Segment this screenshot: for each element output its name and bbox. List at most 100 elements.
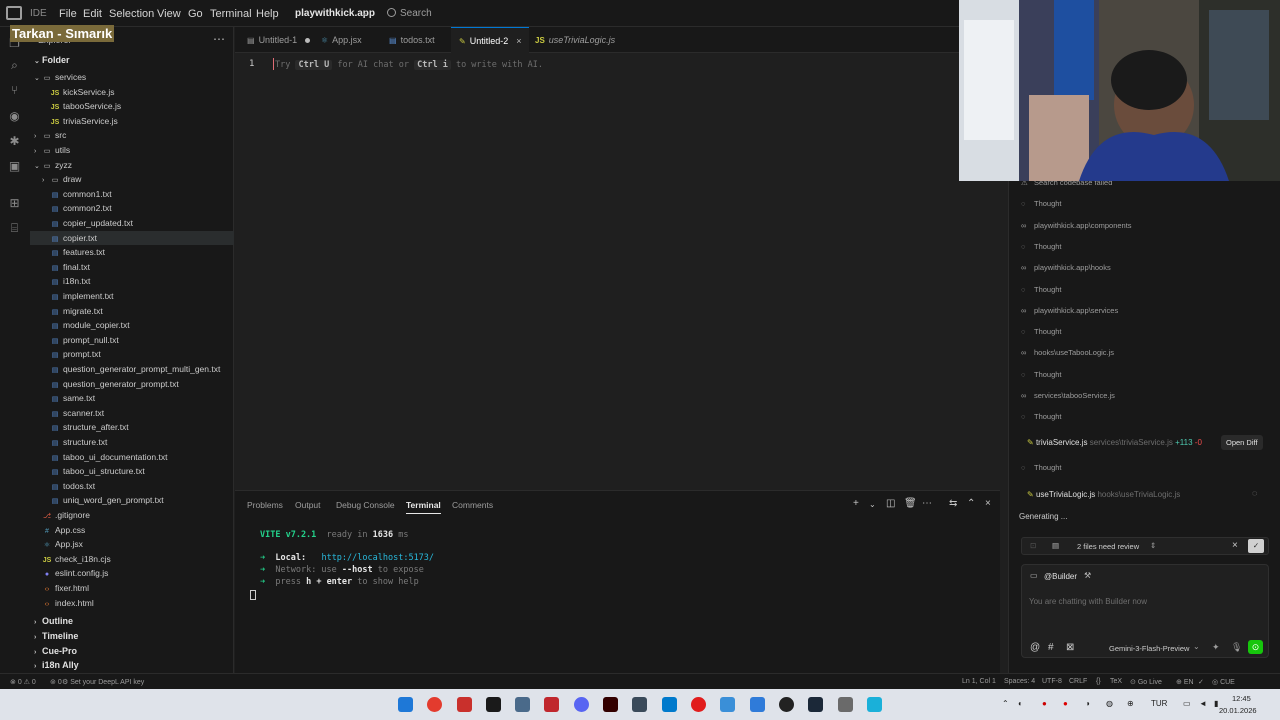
more-actions-icon[interactable]: ⋯ xyxy=(213,32,225,46)
tree-file[interactable]: ▤ features.txt xyxy=(30,245,234,259)
tree-file[interactable]: ▤ common1.txt xyxy=(30,187,234,201)
tray-app-icon[interactable]: ● xyxy=(1063,699,1068,708)
tab-terminal[interactable]: Terminal xyxy=(406,500,441,514)
extensions-icon[interactable]: ⊞ xyxy=(8,197,21,210)
tree-file[interactable]: ▤ prompt_null.txt xyxy=(30,333,234,347)
tray-app-icon[interactable]: ◐ xyxy=(1018,699,1023,708)
tree-file[interactable]: ▤ i18n.txt xyxy=(30,274,234,288)
app-icon[interactable] xyxy=(515,697,530,712)
tree-file[interactable]: ▤ question_generator_prompt_multi_gen.txt xyxy=(30,362,234,376)
menu-edit[interactable]: Edit xyxy=(83,8,102,20)
network-icon[interactable]: ▭ xyxy=(1183,699,1191,708)
remote-icon[interactable]: ▣ xyxy=(8,160,21,173)
menu-file[interactable]: File xyxy=(59,8,77,20)
tree-file[interactable]: ▤ common2.txt xyxy=(30,201,234,215)
steam-icon[interactable] xyxy=(808,697,823,712)
clock-time[interactable]: 12:45 xyxy=(1232,694,1251,703)
chat-thought[interactable]: ◌ Thought xyxy=(1021,412,1062,421)
menu-selection[interactable]: Selection xyxy=(109,8,154,20)
close-icon[interactable]: × xyxy=(516,36,521,46)
section-cue-pro[interactable]: › Cue-Pro xyxy=(30,644,234,658)
reject-icon[interactable]: × xyxy=(1232,540,1238,551)
tree-folder[interactable]: ⌄ ▭ services xyxy=(30,70,234,84)
tree-file[interactable]: ‹› index.html xyxy=(30,596,234,610)
tray-chevron-icon[interactable]: ⌃ xyxy=(1002,699,1009,708)
accept-icon[interactable]: ✓ xyxy=(1248,539,1264,553)
ports-icon[interactable]: ⊚ 0 xyxy=(50,678,62,686)
obs-icon[interactable] xyxy=(779,697,794,712)
section-timeline[interactable]: › Timeline xyxy=(30,629,234,643)
errors-indicator[interactable]: ⊗ 0 ⚠ 0 xyxy=(10,678,36,686)
tree-file[interactable]: ▤ implement.txt xyxy=(30,289,234,303)
tree-file[interactable]: ● eslint.config.js xyxy=(30,566,234,580)
chat-thought[interactable]: ◌ Thought xyxy=(1021,242,1062,251)
notepad-icon[interactable] xyxy=(867,697,882,712)
folder-root[interactable]: ⌄ Folder xyxy=(34,53,238,67)
section-i18n-ally[interactable]: › i18n Ally xyxy=(30,658,234,672)
clock-date[interactable]: 20.01.2026 xyxy=(1219,706,1257,715)
tab-debug-console[interactable]: Debug Console xyxy=(336,500,395,510)
tab-use-trivia-logic[interactable]: JS useTriviaLogic.js xyxy=(527,27,619,53)
tab-problems[interactable]: Problems xyxy=(247,500,283,510)
new-terminal-icon[interactable]: + xyxy=(853,498,859,509)
illustrator-icon[interactable] xyxy=(603,697,618,712)
open-diff-button[interactable]: Open Diff xyxy=(1221,435,1263,450)
section-outline[interactable]: › Outline xyxy=(30,614,234,628)
tree-file[interactable]: ▤ module_copier.txt xyxy=(30,318,234,332)
tray-app-icon[interactable]: ● xyxy=(1042,699,1047,708)
indent-spaces[interactable]: Spaces: 4 xyxy=(1004,678,1035,685)
tree-folder[interactable]: › ▭ utils xyxy=(30,143,234,157)
chat-thought[interactable]: ◌ Thought xyxy=(1021,370,1062,379)
menu-terminal[interactable]: Terminal xyxy=(210,8,252,20)
layout-icon[interactable]: ⇆ xyxy=(949,498,957,509)
tree-folder[interactable]: › ▭ draw xyxy=(30,172,234,186)
app-icon[interactable] xyxy=(632,697,647,712)
eye-icon[interactable]: ◉ xyxy=(8,110,21,123)
at-mention-icon[interactable]: @ xyxy=(1030,642,1040,653)
tree-file[interactable]: ▤ scanner.txt xyxy=(30,406,234,420)
tab-todos-txt[interactable]: ▤ todos.txt xyxy=(381,27,449,53)
go-live[interactable]: ⊙ Go Live xyxy=(1130,678,1162,686)
tree-file[interactable]: JS tabooService.js xyxy=(30,99,234,113)
tree-folder[interactable]: › ▭ src xyxy=(30,128,234,142)
stop-icon[interactable]: ⊡ xyxy=(1030,541,1036,550)
tree-folder[interactable]: ⌄ ▭ zyzz xyxy=(30,158,234,172)
tray-app-icon[interactable]: ◍ xyxy=(1106,699,1113,708)
split-terminal-icon[interactable]: ◫ xyxy=(886,498,895,509)
menu-go[interactable]: Go xyxy=(188,8,203,20)
chat-thought[interactable]: ◌ Thought xyxy=(1021,199,1062,208)
chevron-down-icon[interactable]: ⌄ xyxy=(1193,642,1200,651)
menu-help[interactable]: Help xyxy=(256,8,279,20)
vivaldi-icon[interactable] xyxy=(457,697,472,712)
expand-icon[interactable]: ⇕ xyxy=(1150,541,1156,550)
close-icon[interactable]: × xyxy=(985,498,991,509)
edited-file-use-trivia-logic[interactable]: ✎ useTriviaLogic.js hooks\useTriviaLogic… xyxy=(1027,490,1180,499)
tab-untitled-1[interactable]: ▤ Untitled-1 xyxy=(239,27,311,53)
cursor-position[interactable]: Ln 1, Col 1 xyxy=(962,678,996,685)
search-box[interactable]: Search xyxy=(400,8,432,19)
encoding[interactable]: UTF-8 xyxy=(1042,678,1062,685)
chat-input[interactable]: You are chatting with Builder now xyxy=(1029,597,1147,606)
keyboard-language[interactable]: TUR xyxy=(1151,699,1167,708)
tab-untitled-2[interactable]: ✎ Untitled-2 × xyxy=(451,27,529,53)
terminal-app-icon[interactable] xyxy=(486,697,501,712)
trash-icon[interactable]: 🗑 xyxy=(904,498,917,509)
tree-file[interactable]: ▤ structure_after.txt xyxy=(30,420,234,434)
menu-view[interactable]: View xyxy=(157,8,181,20)
chevron-down-icon[interactable]: ⌄ xyxy=(869,500,876,509)
tree-file[interactable]: JS triviaService.js xyxy=(30,114,234,128)
hash-icon[interactable]: # xyxy=(1048,642,1054,653)
tree-file[interactable]: ▤ migrate.txt xyxy=(30,304,234,318)
chat-thought[interactable]: ◌ Thought xyxy=(1021,327,1062,336)
tab-output[interactable]: Output xyxy=(295,500,321,510)
source-control-icon[interactable]: ⑂ xyxy=(8,84,21,97)
language-mode[interactable]: TeX xyxy=(1110,678,1122,685)
translate-icon[interactable]: ⌸ xyxy=(8,222,21,235)
tab-app-jsx[interactable]: ⚛ App.jsx xyxy=(313,27,379,53)
chat-thought[interactable]: ◌ Thought xyxy=(1021,285,1062,294)
tree-file[interactable]: ▤ question_generator_prompt.txt xyxy=(30,377,234,391)
mic-icon[interactable]: 🎙 xyxy=(1231,642,1242,653)
tree-file[interactable]: ▤ copier.txt xyxy=(30,230,234,245)
chevron-down-icon[interactable]: ⌄ xyxy=(361,7,369,18)
maximize-icon[interactable]: ⌃ xyxy=(967,498,975,509)
